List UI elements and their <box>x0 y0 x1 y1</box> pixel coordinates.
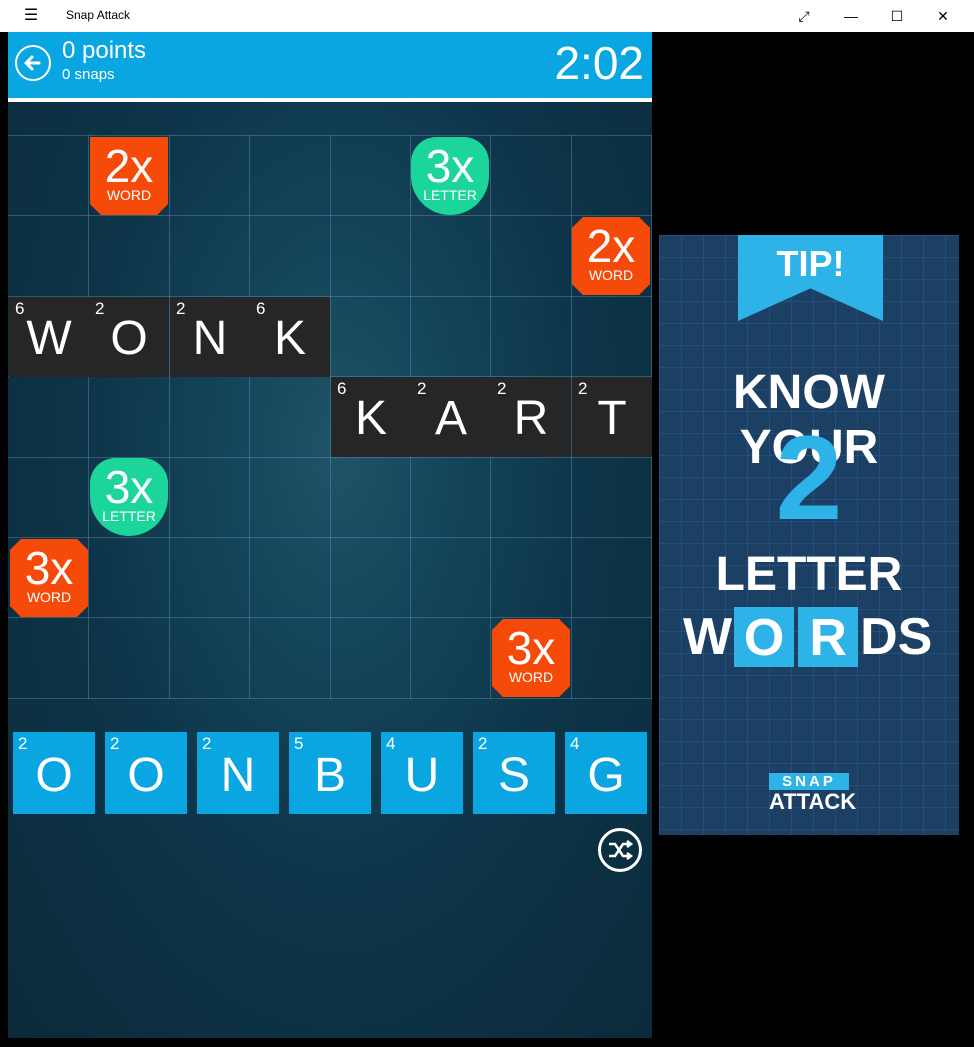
bonus-multiplier: 2x <box>104 140 154 192</box>
timer: 2:02 <box>554 37 644 89</box>
placed-tile[interactable]: 2 O <box>89 297 169 377</box>
tile-letter: G <box>587 749 625 802</box>
bonus-multiplier: 3x <box>506 622 556 674</box>
rack-tile[interactable]: 2 N <box>197 732 279 814</box>
grid-line <box>249 135 250 699</box>
game-header: 0 points 0 snaps 2:02 <box>8 32 652 98</box>
close-icon[interactable]: ✕ <box>920 0 966 32</box>
rack-tile[interactable]: 2 O <box>105 732 187 814</box>
bonus-type: WORD <box>508 669 554 685</box>
bonus-letter-3x[interactable]: 3x LETTER <box>90 458 168 536</box>
placed-tile[interactable]: 2 A <box>411 377 491 457</box>
title-bar: ☰ Snap Attack ⤢ — ☐ ✕ <box>0 0 974 32</box>
placed-tile[interactable]: 2 T <box>572 377 652 457</box>
placed-tile[interactable]: 6 W <box>9 297 89 377</box>
tile-letter: O <box>127 749 165 802</box>
placed-tile[interactable]: 2 N <box>170 297 250 377</box>
window-title: Snap Attack <box>66 8 131 22</box>
tip-ribbon-text: TIP! <box>776 243 845 284</box>
minimize-icon[interactable]: — <box>828 0 874 32</box>
ad-word-part: DS <box>860 608 933 666</box>
tile-letter: B <box>313 749 346 802</box>
hamburger-icon[interactable]: ☰ <box>22 7 40 25</box>
game-area: 0 points 0 snaps 2:02 2x WORD 3x LETTER … <box>8 32 652 1038</box>
ad-word-part: W <box>683 608 733 666</box>
bonus-type: WORD <box>588 267 634 283</box>
bonus-multiplier: 3x <box>104 461 154 513</box>
ad-number: 2 <box>775 411 843 545</box>
rack-tile[interactable]: 5 B <box>289 732 371 814</box>
ad-words-line: W O R DS <box>683 607 943 677</box>
tile-letter: W <box>26 312 72 365</box>
tile-letter: N <box>192 312 228 365</box>
rack-tile[interactable]: 4 G <box>565 732 647 814</box>
snaps-label: 0 snaps <box>62 66 115 83</box>
tile-letter: K <box>273 312 306 365</box>
tile-letter: A <box>434 392 467 445</box>
tip-ad-banner[interactable]: TIP! KNOW YOUR 2 LETTER W O R DS SNAP ATTAC… <box>659 235 959 835</box>
game-board[interactable]: 2x WORD 3x LETTER 2x WORD 3x LETTER 3x W… <box>8 135 652 699</box>
tile-letter: R <box>513 392 549 445</box>
rack-tile[interactable]: 4 U <box>381 732 463 814</box>
snap-attack-logo: SNAP ATTACK <box>769 773 857 814</box>
back-arrow-icon[interactable] <box>15 45 51 81</box>
logo-top: SNAP <box>769 773 849 790</box>
bonus-word-2x[interactable]: 2x WORD <box>90 137 168 215</box>
maximize-icon[interactable]: ☐ <box>874 0 920 32</box>
ad-word-tile: O <box>734 607 795 667</box>
tile-letter: K <box>354 392 387 445</box>
header-divider <box>8 98 652 102</box>
tile-letter: T <box>597 392 627 445</box>
rack-tile[interactable]: 2 S <box>473 732 555 814</box>
bonus-type: WORD <box>26 589 72 605</box>
points-label: 0 points <box>62 37 147 64</box>
bonus-word-2x[interactable]: 2x WORD <box>572 217 650 295</box>
shuffle-icon[interactable] <box>598 828 642 872</box>
expand-icon[interactable]: ⤢ <box>781 0 827 32</box>
bonus-type: LETTER <box>423 187 477 203</box>
bonus-word-3x[interactable]: 3x WORD <box>10 539 88 617</box>
placed-tile[interactable]: 6 K <box>331 377 411 457</box>
tile-letter: O <box>35 749 73 802</box>
ad-word-tile: R <box>798 607 859 667</box>
grid-line <box>169 135 170 699</box>
grid-line <box>88 135 89 699</box>
bonus-word-3x[interactable]: 3x WORD <box>492 619 570 697</box>
bonus-multiplier: 3x <box>24 542 74 594</box>
tile-letter: N <box>220 749 256 802</box>
tile-letter: S <box>497 749 530 802</box>
bonus-multiplier: 3x <box>425 140 475 192</box>
ad-subline: LETTER <box>715 548 903 601</box>
placed-tile[interactable]: 6 K <box>250 297 330 377</box>
bonus-multiplier: 2x <box>586 220 636 272</box>
rack-tile[interactable]: 2 O <box>13 732 95 814</box>
bonus-letter-3x[interactable]: 3x LETTER <box>411 137 489 215</box>
app-window: ☰ Snap Attack ⤢ — ☐ ✕ 0 points 0 snaps 2… <box>0 0 974 1047</box>
placed-tile[interactable]: 2 R <box>491 377 571 457</box>
bonus-type: WORD <box>106 187 152 203</box>
tile-letter: U <box>404 749 440 802</box>
bonus-type: LETTER <box>102 508 156 524</box>
logo-bottom: ATTACK <box>769 789 857 814</box>
tile-letter: O <box>110 312 148 365</box>
